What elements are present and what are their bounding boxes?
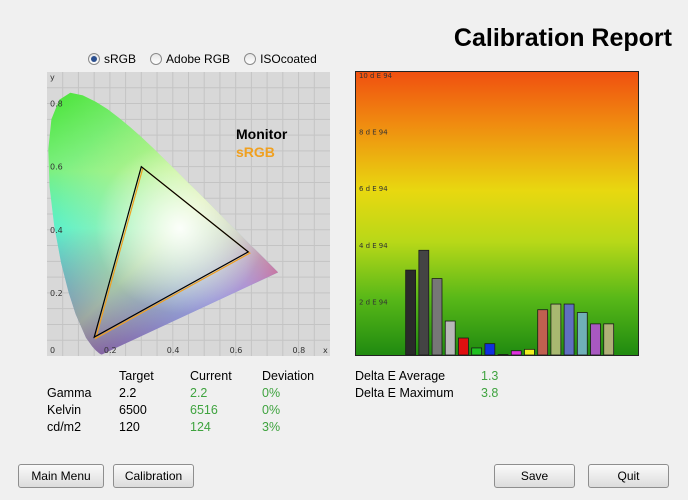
delta-e-bar	[458, 337, 469, 355]
radio-label-adobe-rgb: Adobe RGB	[166, 52, 231, 66]
y-tick-label: 8 d E 94	[359, 129, 388, 137]
delta-maximum-label: Delta E Maximum	[355, 386, 454, 400]
radio-label-isocoated: ISOcoated	[260, 52, 317, 66]
delta-e-bar	[550, 303, 562, 355]
delta-maximum-row: Delta E Maximum	[355, 386, 454, 400]
radio-label-srgb: sRGB	[104, 52, 137, 66]
delta-e-bar	[537, 309, 549, 355]
delta-e-bar	[484, 343, 496, 355]
y-tick-label: 0.6	[50, 163, 63, 172]
delta-e-bar	[603, 323, 615, 355]
radio-dot[interactable]	[150, 53, 163, 65]
delta-average-row: Delta E Average	[355, 369, 445, 383]
legend-srgb: sRGB	[236, 144, 275, 160]
delta-e-bar	[444, 320, 456, 355]
row-deviation: 3%	[262, 420, 281, 434]
delta-e-bar	[418, 249, 430, 355]
bar-chart-background	[356, 72, 638, 355]
x-tick-label: 0.8	[293, 346, 306, 355]
main-menu-button[interactable]: Main Menu	[18, 464, 104, 488]
row-current: 124	[190, 420, 211, 434]
delta-e-bar	[563, 303, 575, 355]
x-tick-label: 0.4	[167, 346, 180, 355]
stats-header-row: Target Current Deviation	[47, 369, 347, 386]
delta-e-bar	[431, 278, 443, 355]
page-title: Calibration Report	[453, 24, 672, 52]
row-current: 2.2	[190, 386, 208, 400]
color-space-selector: sRGB Adobe RGB ISOcoated	[88, 52, 331, 66]
row-label: Gamma	[47, 386, 92, 400]
stats-row-luminance: cd/m2 120 124 3%	[47, 420, 347, 437]
y-tick-label: 4 d E 94	[359, 242, 388, 250]
y-axis-label: y	[50, 73, 55, 82]
y-tick-label: 0.2	[50, 289, 63, 298]
radio-isocoated[interactable]: ISOcoated	[244, 52, 317, 66]
row-label: cd/m2	[47, 420, 82, 434]
calibration-button[interactable]: Calibration	[113, 464, 194, 488]
delta-maximum-value: 3.8	[481, 386, 499, 400]
legend-monitor: Monitor	[236, 126, 288, 142]
stats-row-gamma: Gamma 2.2 2.2 0%	[47, 386, 347, 403]
row-target: 6500	[119, 403, 147, 417]
x-tick-label: 0.2	[104, 346, 117, 355]
y-tick-label: 0.4	[50, 226, 63, 235]
radio-dot[interactable]	[244, 53, 257, 65]
y-tick-label: 2 d E 94	[359, 298, 388, 306]
y-tick-label: 0.8	[50, 100, 63, 109]
x-axis-label: x	[323, 346, 328, 355]
stats-row-kelvin: Kelvin 6500 6516 0%	[47, 403, 347, 420]
header-target: Target	[119, 369, 154, 383]
delta-e-bar	[405, 269, 416, 355]
header-deviation: Deviation	[262, 369, 315, 383]
delta-average-value: 1.3	[481, 369, 499, 383]
delta-e-bar	[524, 348, 535, 355]
save-button[interactable]: Save	[494, 464, 575, 488]
row-deviation: 0%	[262, 403, 281, 417]
row-current: 6516	[190, 403, 218, 417]
row-label: Kelvin	[47, 403, 82, 417]
y-tick-label: 10 d E 94	[359, 72, 393, 80]
header-current: Current	[190, 369, 232, 383]
delta-e-bar	[471, 347, 483, 355]
x-tick-label: 0	[50, 346, 55, 355]
quit-button[interactable]: Quit	[588, 464, 669, 488]
row-target: 2.2	[119, 386, 137, 400]
row-target: 120	[119, 420, 140, 434]
y-tick-label: 6 d E 94	[359, 185, 388, 193]
radio-srgb[interactable]: sRGB	[88, 52, 136, 66]
delta-e-bar	[510, 350, 522, 355]
x-tick-label: 0.6	[230, 346, 243, 355]
radio-adobe-rgb[interactable]: Adobe RGB	[150, 52, 230, 66]
delta-e-bar-chart: 10 d E 94 8 d E 94 6 d E 94 4 d E 94 2 d E 9…	[355, 71, 639, 356]
delta-e-bar	[576, 312, 588, 355]
radio-dot-selected[interactable]	[88, 53, 100, 65]
delta-average-label: Delta E Average	[355, 369, 446, 383]
delta-e-bar	[590, 323, 601, 355]
row-deviation: 0%	[262, 386, 281, 400]
gamut-chart: y x 0.8 0.6 0.4 0.2 0 0.2 0.4 0.6 0.8 Monitor sRGB	[47, 72, 330, 356]
